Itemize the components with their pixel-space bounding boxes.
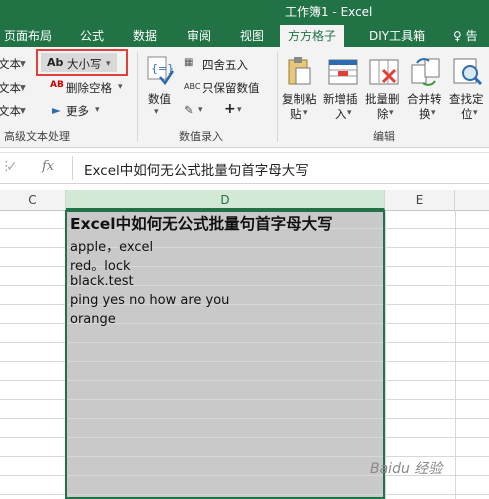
- ribbon-tabs: 页面布局 公式 数据 审阅 视图 方方格子 DIY工具箱 ♀ 告: [0, 22, 489, 47]
- cell-d1[interactable]: Excel中如何无公式批量句首字母大写: [70, 212, 333, 234]
- case-button[interactable]: 大小写: [67, 56, 102, 72]
- formula-bar: ⋮ ✓ fx Excel中如何无公式批量句首字母大写: [0, 152, 489, 184]
- insert-button[interactable]: 新增插: [323, 91, 358, 107]
- cell-d3[interactable]: red。lock: [70, 255, 131, 274]
- worksheet-grid[interactable]: Excel中如何无公式批量句首字母大写 apple，excel red。lock…: [0, 210, 489, 499]
- copy-paste-button-line2[interactable]: 贴: [290, 106, 302, 122]
- tab-data[interactable]: 数据: [133, 27, 157, 44]
- chevron-down-icon: ▾: [389, 108, 394, 118]
- batch-delete-button-line2[interactable]: 除: [377, 106, 389, 122]
- batch-delete-button[interactable]: 批量删: [365, 91, 400, 107]
- round-icon: ▦: [184, 57, 194, 68]
- delete-space-icon: AB: [50, 80, 64, 90]
- fx-button[interactable]: fx: [42, 159, 54, 174]
- insert-button-line2[interactable]: 入: [335, 106, 347, 122]
- keep-values-icon: ABC: [184, 82, 201, 91]
- find-button[interactable]: 查找定: [449, 91, 484, 107]
- find-locate-icon: [453, 57, 483, 91]
- column-headers: C D E: [0, 190, 489, 211]
- merge-button[interactable]: 合并转: [407, 91, 442, 107]
- title-bar: 工作簿1 - Excel: [0, 0, 489, 22]
- formula-input[interactable]: Excel中如何无公式批量句首字母大写: [84, 159, 309, 179]
- watermark: Baidu 经验: [370, 461, 443, 477]
- delete-spaces-button[interactable]: 删除空格: [66, 80, 112, 96]
- plus-button[interactable]: +: [224, 101, 236, 117]
- chevron-down-icon: ▾: [198, 105, 203, 115]
- cell-d4[interactable]: black.test: [70, 274, 134, 289]
- column-header-e[interactable]: E: [385, 190, 455, 210]
- chevron-down-icon: ▾: [154, 107, 159, 117]
- group-label-edit: 编辑: [373, 130, 395, 143]
- grid-line: [385, 210, 386, 499]
- text-stub-3[interactable]: 文本: [0, 103, 21, 119]
- group-label-text: 高级文本处理: [4, 130, 70, 143]
- tab-fangfang[interactable]: 方方格子: [280, 25, 345, 47]
- tab-review[interactable]: 审阅: [187, 27, 211, 44]
- chevron-down-icon: ▾: [106, 59, 111, 69]
- chevron-down-icon: ▾: [20, 80, 26, 94]
- column-header-c[interactable]: C: [0, 190, 66, 210]
- insert-rows-icon: [328, 58, 358, 90]
- chevron-down-icon: ▾: [118, 82, 123, 92]
- more-arrow-icon: ►: [52, 103, 61, 117]
- formula-divider: [72, 156, 73, 180]
- clipboard-icon: [286, 56, 312, 90]
- tab-formulas[interactable]: 公式: [80, 27, 104, 44]
- cell-d5[interactable]: ping yes no how are you: [70, 293, 229, 308]
- number-format-icon: {=}: [146, 55, 174, 87]
- column-header-f[interactable]: [455, 190, 489, 210]
- merge-convert-icon: [411, 57, 441, 91]
- tab-page-layout[interactable]: 页面布局: [4, 27, 52, 44]
- find-button-line2[interactable]: 位: [461, 106, 473, 122]
- chevron-down-icon: ▾: [473, 108, 478, 118]
- batch-delete-icon: [369, 58, 399, 90]
- cell-d6[interactable]: orange: [70, 312, 116, 327]
- window-title: 工作簿1 - Excel: [285, 5, 373, 19]
- merge-button-line2[interactable]: 换: [419, 106, 431, 122]
- column-header-d[interactable]: D: [66, 190, 385, 210]
- copy-paste-button[interactable]: 复制粘: [282, 91, 317, 107]
- chevron-down-icon: ▾: [20, 56, 26, 70]
- chevron-down-icon: ▾: [95, 105, 100, 115]
- keep-values-button[interactable]: 只保留数值: [202, 80, 260, 96]
- text-stub-2[interactable]: 文本: [0, 80, 21, 96]
- group-label-number: 数值录入: [179, 130, 223, 143]
- chevron-down-icon: ▾: [20, 103, 26, 117]
- cell-d2[interactable]: apple，excel: [70, 236, 153, 255]
- group-separator: [137, 52, 138, 142]
- text-stub-1[interactable]: 文本: [0, 56, 21, 72]
- grid-line: [455, 210, 456, 499]
- tab-diy-toolbox[interactable]: DIY工具箱: [369, 27, 425, 44]
- edit-icon: ✎: [184, 103, 194, 117]
- cancel-icon[interactable]: ✓: [6, 159, 18, 175]
- more-button[interactable]: 更多: [66, 103, 89, 119]
- chevron-down-icon: ▾: [431, 108, 436, 118]
- tab-tell-me[interactable]: ♀ 告: [453, 27, 478, 44]
- chevron-down-icon: ▾: [347, 108, 352, 118]
- round-button[interactable]: 四舍五入: [202, 57, 248, 73]
- group-separator: [277, 52, 278, 142]
- ab-icon: Ab: [47, 56, 64, 69]
- chevron-down-icon: ▾: [303, 108, 308, 118]
- value-button[interactable]: 数值: [148, 91, 171, 107]
- chevron-down-icon: ▾: [237, 105, 242, 115]
- tab-view[interactable]: 视图: [240, 27, 264, 44]
